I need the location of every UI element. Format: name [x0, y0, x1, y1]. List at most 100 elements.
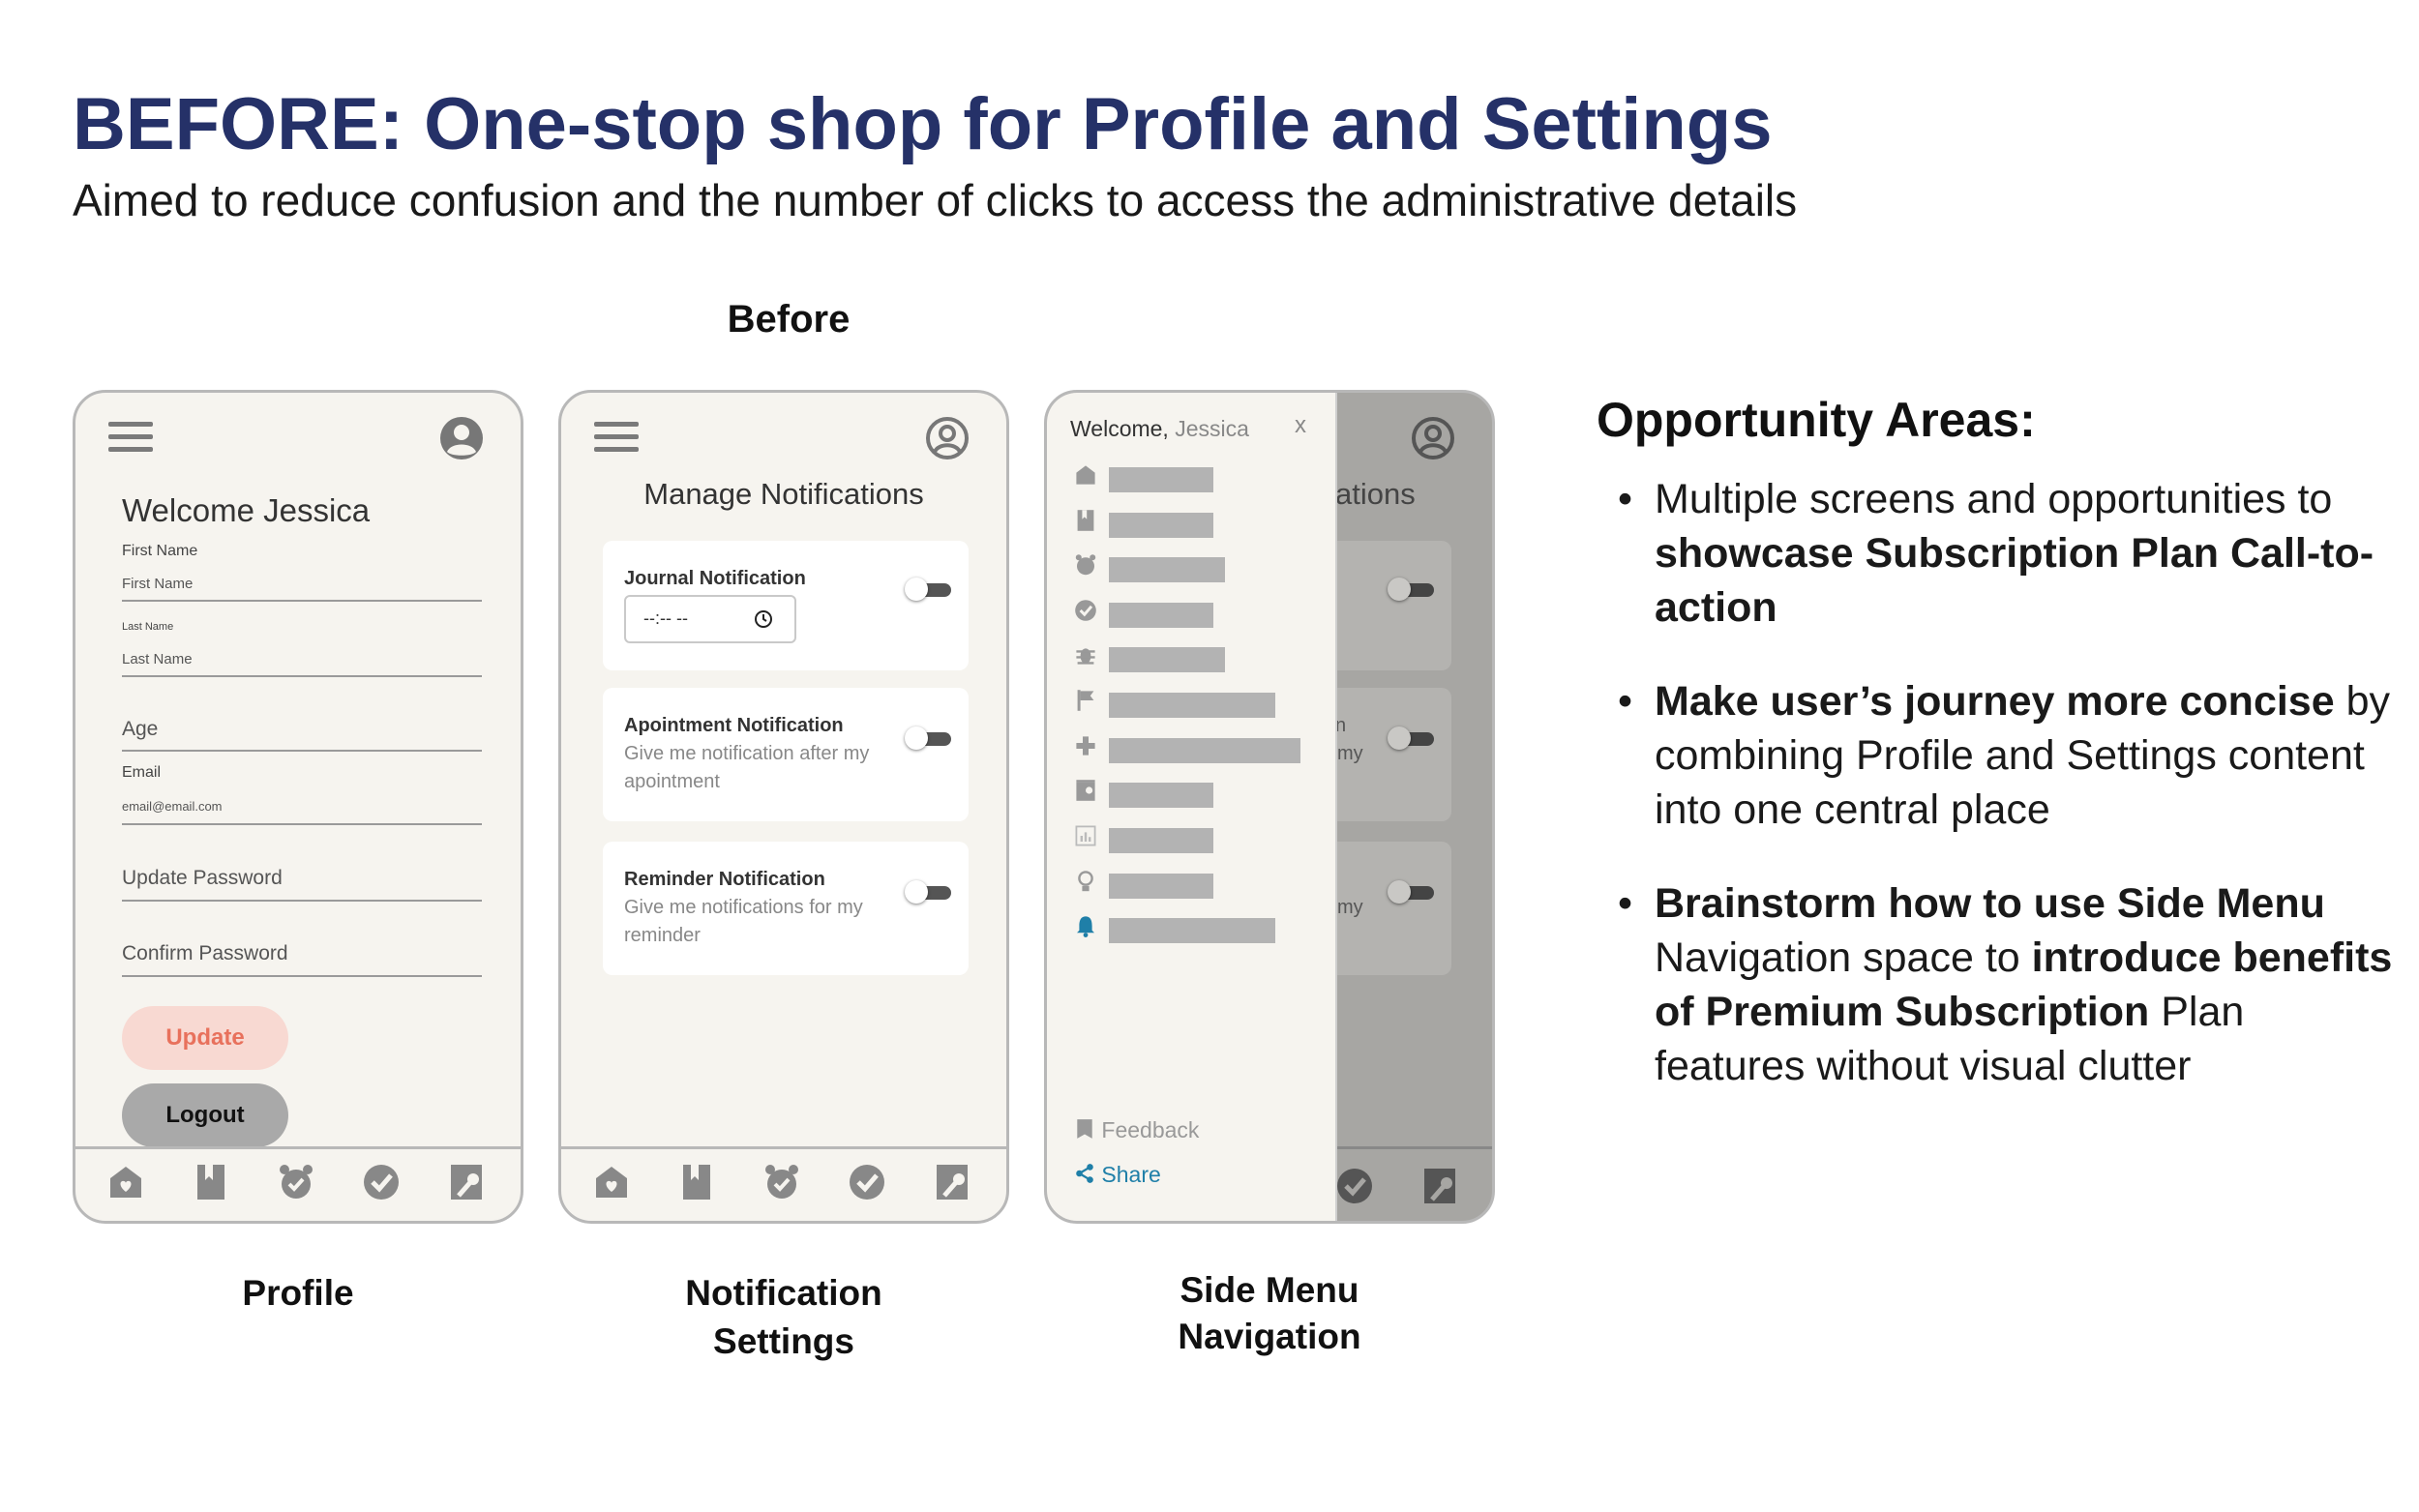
bookmark-icon[interactable] [677, 1163, 716, 1201]
home-heart-icon [1076, 465, 1095, 485]
first-name-input[interactable]: First Name [122, 576, 193, 592]
profile-avatar-icon[interactable] [925, 416, 970, 460]
bullet-text: Multiple screens and opportunities to [1655, 476, 2333, 522]
bullet-text: Navigation space to [1655, 934, 2032, 981]
menu-item-resources[interactable] [1074, 778, 1213, 808]
email-underline [122, 823, 482, 825]
check-circle-icon [1075, 600, 1096, 621]
bug-icon [1076, 648, 1095, 665]
email-label: Email [122, 764, 162, 781]
journal-notification-title: Journal Notification [624, 568, 806, 589]
update-button[interactable]: Update [122, 1006, 288, 1070]
share-link[interactable]: Share [1074, 1162, 1161, 1188]
reminder-notification-title: Reminder Notification [624, 869, 825, 890]
menu-item-placeholder [1109, 647, 1225, 672]
dimmed-heading-fragment: ations [1335, 477, 1416, 511]
feedback-icon [1077, 1119, 1092, 1139]
share-icon [1076, 1164, 1093, 1183]
dimmed-text-fragment: my [1337, 743, 1363, 764]
bottom-tab-bar [561, 1146, 1006, 1221]
reminder-notification-card: Reminder Notification Give me notificati… [603, 842, 969, 975]
bullet-emphasis: showcase Subscription Plan Call-to-actio… [1655, 530, 2374, 631]
caption-line: Side Menu [1180, 1270, 1359, 1310]
menu-item-tips[interactable] [1074, 869, 1213, 899]
opportunity-areas-heading: Opportunity Areas: [1597, 393, 2036, 447]
drawer-welcome-name: Jessica [1175, 416, 1249, 441]
manage-notifications-heading: Manage Notifications [643, 477, 924, 511]
menu-item-placeholder [1109, 467, 1213, 492]
age-input[interactable]: Age [122, 718, 158, 741]
bookmark-icon[interactable] [192, 1163, 230, 1201]
journal-tools-icon[interactable] [933, 1163, 971, 1201]
journal-notification-card: Journal Notification --:-- -- [603, 541, 969, 670]
menu-item-placeholder [1109, 828, 1213, 853]
menu-item-placeholder [1109, 783, 1213, 808]
bullet-emphasis: Make user’s journey more concise [1655, 678, 2335, 725]
journal-notification-toggle[interactable] [905, 578, 953, 601]
menu-item-placeholder [1109, 557, 1225, 582]
menu-item-health[interactable] [1074, 733, 1300, 763]
home-heart-icon[interactable] [106, 1163, 145, 1201]
last-name-input[interactable]: Last Name [122, 651, 193, 667]
hamburger-menu-icon[interactable] [108, 422, 153, 453]
alarm-clock-icon [1075, 554, 1096, 576]
caption-line: Settings [713, 1321, 854, 1361]
alarm-clock-icon[interactable] [762, 1163, 801, 1201]
welcome-heading: Welcome Jessica [122, 492, 371, 528]
dimmed-toggle [1388, 880, 1436, 904]
alarm-clock-icon[interactable] [277, 1163, 315, 1201]
bottom-tab-bar [75, 1146, 521, 1221]
confirm-password-underline [122, 975, 482, 977]
caption-line: Notification [685, 1273, 882, 1313]
dimmed-card [1335, 541, 1451, 670]
menu-item-home[interactable] [1074, 462, 1213, 492]
first-name-label: First Name [122, 543, 198, 559]
feedback-link[interactable]: Feedback [1074, 1117, 1199, 1143]
bell-icon [1077, 916, 1094, 937]
journal-tools-icon[interactable] [447, 1163, 486, 1201]
dimmed-toggle [1388, 578, 1436, 601]
menu-item-reminders[interactable] [1074, 552, 1225, 582]
drawer-welcome: Welcome, Jessica [1070, 416, 1249, 442]
last-name-label: Last Name [122, 621, 174, 633]
first-name-underline [122, 600, 482, 602]
side-menu-screen: ations n my my Welcome, Jessica x Feedba… [1044, 390, 1495, 1224]
before-label: Before [727, 298, 851, 341]
profile-caption: Profile [242, 1273, 354, 1313]
page-subtitle: Aimed to reduce confusion and the number… [73, 175, 1798, 225]
confirm-password-input[interactable]: Confirm Password [122, 942, 288, 965]
hamburger-menu-icon[interactable] [594, 422, 639, 453]
journal-time-input[interactable]: --:-- -- [624, 595, 796, 643]
check-circle-icon[interactable] [362, 1163, 401, 1201]
dimmed-text-fragment: my [1337, 897, 1363, 918]
side-menu-drawer: Welcome, Jessica x Feedback Share [1047, 393, 1337, 1221]
email-input[interactable]: email@email.com [122, 799, 223, 814]
menu-item-notifications[interactable] [1074, 913, 1275, 943]
bookmark-icon [1077, 510, 1094, 531]
menu-item-placeholder [1109, 603, 1213, 628]
menu-item-goals[interactable] [1074, 688, 1275, 718]
menu-item-journal[interactable] [1074, 508, 1213, 538]
dimmed-toggle [1388, 726, 1436, 750]
menu-item-reports[interactable] [1074, 823, 1213, 853]
menu-item-symptoms[interactable] [1074, 642, 1225, 672]
profile-avatar-icon[interactable] [439, 416, 484, 460]
age-underline [122, 750, 482, 752]
appointment-notification-toggle[interactable] [905, 726, 953, 750]
journal-time-value: --:-- -- [643, 608, 688, 628]
menu-item-tasks[interactable] [1074, 598, 1213, 628]
logout-button[interactable]: Logout [122, 1083, 288, 1147]
close-icon[interactable]: x [1295, 412, 1306, 439]
journal-tools-icon [1424, 1169, 1455, 1203]
check-circle-icon [1337, 1169, 1372, 1203]
reminder-notification-toggle[interactable] [905, 880, 953, 904]
flag-icon [1077, 690, 1094, 711]
notifications-screen: Manage Notifications Journal Notificatio… [558, 390, 1009, 1224]
clock-icon [755, 610, 772, 628]
check-circle-icon[interactable] [848, 1163, 886, 1201]
page-title: BEFORE: One-stop shop for Profile and Se… [73, 83, 1773, 165]
plus-icon [1076, 736, 1095, 756]
reminder-notification-desc: Give me notifications for my reminder [624, 897, 863, 946]
update-password-input[interactable]: Update Password [122, 867, 283, 890]
home-heart-icon[interactable] [592, 1163, 631, 1201]
